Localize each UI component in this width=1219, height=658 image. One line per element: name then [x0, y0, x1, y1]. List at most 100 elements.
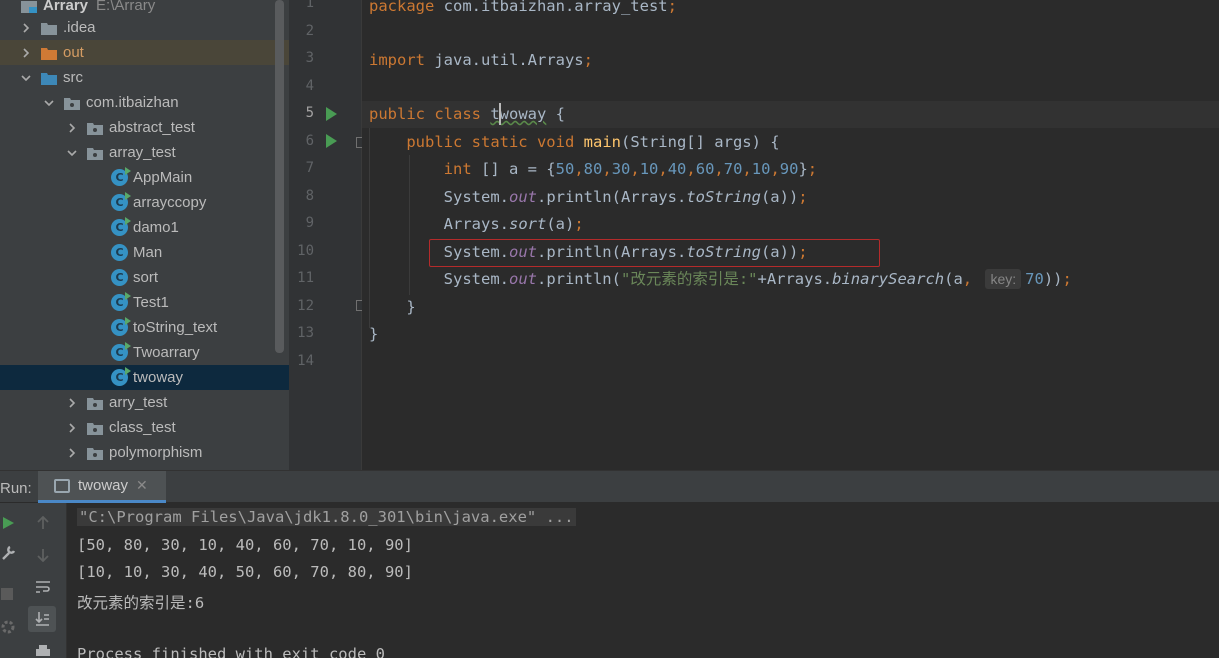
- tree-item-class-selected[interactable]: C twoway: [0, 365, 289, 390]
- package-icon: [86, 420, 104, 436]
- console-command-text: "C:\Program Files\Java\jdk1.8.0_301\bin\…: [77, 508, 576, 526]
- tree-item-class[interactable]: C toString_text: [0, 315, 289, 340]
- code-line-12: }: [369, 298, 416, 316]
- run-toolbar-secondary: [20, 503, 67, 658]
- code-line-7: int [] a = {50,80,30,10,40,60,70,10,90};: [443, 160, 818, 178]
- chevron-right-icon[interactable]: [66, 122, 78, 134]
- tree-item-class[interactable]: C Twoarrary: [0, 340, 289, 365]
- code-line-5: public class twoway {: [369, 105, 565, 123]
- package-icon: [63, 95, 81, 111]
- java-class-icon: C: [111, 269, 128, 286]
- chevron-right-icon[interactable]: [20, 47, 32, 59]
- line-number: 3: [305, 50, 314, 66]
- line-number: 4: [305, 78, 314, 94]
- line-number: 10: [297, 243, 314, 259]
- package-icon: [86, 445, 104, 461]
- run-main-icon[interactable]: [326, 134, 337, 148]
- tree-item-label: array_test: [109, 144, 176, 161]
- folder-icon: [40, 20, 58, 36]
- tree-item-label: twoway: [133, 369, 184, 386]
- arrow-up-icon[interactable]: [34, 515, 52, 531]
- line-number: 9: [305, 215, 314, 231]
- chevron-down-icon[interactable]: [66, 147, 78, 159]
- chevron-down-icon[interactable]: [20, 72, 32, 84]
- tree-item-class[interactable]: C sort: [0, 265, 289, 290]
- tree-item-array-test[interactable]: array_test: [0, 140, 289, 165]
- code-line-10: System.out.println(Arrays.toString(a));: [369, 243, 808, 261]
- tree-item-label: src: [63, 69, 83, 86]
- tree-item-label: arrayccopy: [133, 194, 207, 211]
- tree-scrollbar[interactable]: [275, 0, 284, 353]
- excluded-folder-icon: [40, 45, 58, 61]
- close-icon[interactable]: ✕: [136, 477, 148, 494]
- java-class-icon: C: [111, 317, 131, 336]
- chevron-down-icon[interactable]: [43, 97, 55, 109]
- code-line-13: }: [369, 325, 379, 343]
- module-folder-icon: [20, 0, 38, 14]
- tree-item-class[interactable]: C arrayccopy: [0, 190, 289, 215]
- wrench-icon[interactable]: [0, 545, 16, 561]
- tree-item-label: Man: [133, 244, 163, 261]
- java-class-icon: C: [111, 342, 131, 361]
- tab-label: twoway: [78, 477, 129, 494]
- print-icon[interactable]: [34, 643, 52, 658]
- tree-item-class[interactable]: C Man: [0, 240, 289, 265]
- tree-item-out[interactable]: out: [0, 40, 289, 65]
- soft-wrap-icon[interactable]: [34, 579, 52, 595]
- run-tool-window-header: Run: twoway ✕: [0, 470, 1219, 503]
- tree-item-class[interactable]: C Test1: [0, 290, 289, 315]
- run-class-icon[interactable]: [326, 107, 337, 121]
- stop-icon[interactable]: [0, 587, 14, 601]
- chevron-right-icon[interactable]: [20, 22, 32, 34]
- console-line: [50, 80, 30, 10, 40, 60, 70, 10, 90]: [77, 536, 413, 554]
- tree-item-idea[interactable]: .idea: [0, 15, 289, 40]
- tree-item-label: class_test: [109, 419, 176, 436]
- code-line-3: import java.util.Arrays;: [369, 51, 593, 69]
- tree-item-label: Arrary: [43, 0, 89, 14]
- package-icon: [86, 120, 104, 136]
- code-line-11: System.out.println("改元素的索引是:"+Arrays.bin…: [369, 269, 1072, 289]
- line-number: 8: [305, 188, 314, 204]
- console-line: Process finished with exit code 0: [77, 645, 385, 658]
- console-line: [10, 10, 30, 40, 50, 60, 70, 80, 90]: [77, 563, 413, 581]
- tree-item-label: AppMain: [133, 169, 193, 186]
- tree-item-class-test[interactable]: class_test: [0, 415, 289, 440]
- chevron-right-icon[interactable]: [66, 447, 78, 459]
- chevron-right-icon[interactable]: [66, 422, 78, 434]
- java-class-icon: C: [111, 192, 131, 211]
- tree-item-abstract-test[interactable]: abstract_test: [0, 115, 289, 140]
- console-output[interactable]: "C:\Program Files\Java\jdk1.8.0_301\bin\…: [67, 503, 1219, 658]
- arrow-down-icon[interactable]: [34, 547, 52, 563]
- run-label: Run:: [0, 480, 32, 497]
- run-toolbar-primary: [0, 503, 20, 658]
- tree-item-label: out: [63, 44, 84, 61]
- settings-icon[interactable]: [0, 619, 16, 635]
- line-number: 5: [305, 105, 314, 121]
- tree-item-label: com.itbaizhan: [86, 94, 179, 111]
- tree-item-com-itbaizhan[interactable]: com.itbaizhan: [0, 90, 289, 115]
- line-number: 12: [297, 298, 314, 314]
- rerun-icon[interactable]: [0, 515, 16, 531]
- line-number: 2: [305, 23, 314, 39]
- tree-item-label: damo1: [133, 219, 179, 236]
- java-class-icon: C: [111, 217, 131, 236]
- root-path-label: E:\Arrary: [96, 0, 156, 14]
- tree-item-polymorphism[interactable]: polymorphism: [0, 440, 289, 465]
- tree-item-class[interactable]: C damo1: [0, 215, 289, 240]
- console-line: 改元素的索引是:6: [77, 594, 205, 612]
- chevron-right-icon[interactable]: [66, 397, 78, 409]
- tree-item-label: toString_text: [133, 319, 218, 336]
- code-line-6: public static void main(String[] args) {: [406, 133, 780, 151]
- tree-item-label: Test1: [133, 294, 169, 311]
- run-tab-twoway[interactable]: twoway ✕: [38, 471, 166, 503]
- tree-item-arry-test[interactable]: arry_test: [0, 390, 289, 415]
- code-line-9: Arrays.sort(a);: [369, 215, 584, 233]
- tree-item-label: .idea: [63, 19, 96, 36]
- code-editor[interactable]: package com.itbaizhan.array_test; import…: [362, 0, 1219, 470]
- code-line-1: package com.itbaizhan.array_test;: [369, 0, 677, 15]
- scroll-to-end-icon[interactable]: [28, 606, 56, 632]
- tree-item-src[interactable]: src: [0, 65, 289, 90]
- parameter-hint: key:: [985, 269, 1022, 289]
- project-tree-panel: Arrary E:\Arrary .idea out src com.itbai…: [0, 0, 289, 470]
- tree-item-class[interactable]: C AppMain: [0, 165, 289, 190]
